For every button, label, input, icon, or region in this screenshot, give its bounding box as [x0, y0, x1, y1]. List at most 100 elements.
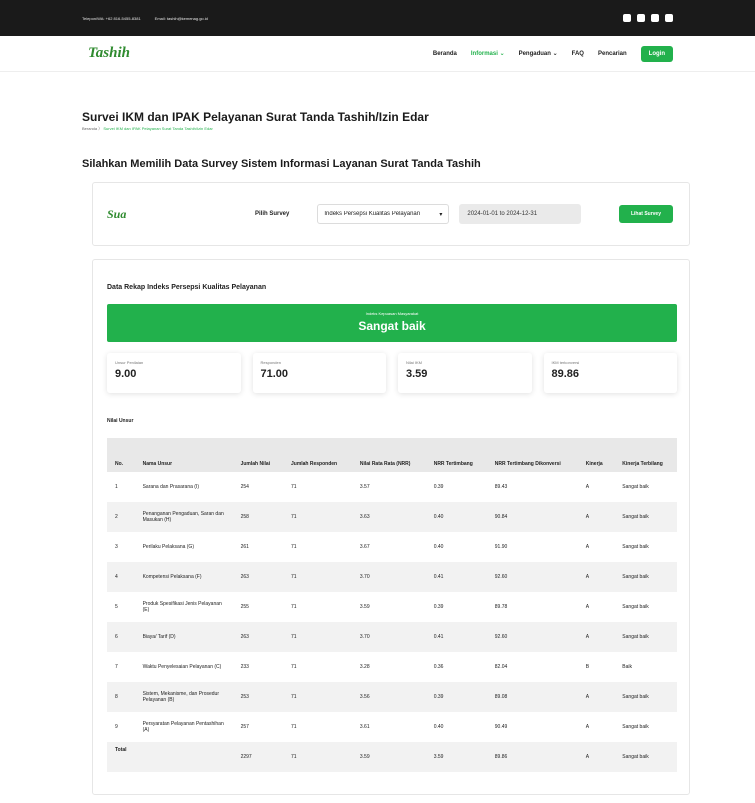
stat-card-unsur: Unsur Penilaian 9.00: [107, 353, 241, 393]
table-cell: 90.49: [494, 724, 508, 730]
youtube-icon[interactable]: [623, 14, 631, 22]
table-cell: A: [585, 694, 590, 700]
table-cell: 89.78: [494, 604, 508, 610]
table-cell: A: [585, 544, 590, 550]
survey-select[interactable]: Indeks Persepsi Kualitas Pelayanan ▾: [317, 204, 450, 224]
stat-card-nilai-ikm: Nilai IKM 3.59: [398, 353, 532, 393]
th-kinerja: Kinerja: [585, 461, 603, 467]
table-cell: Produk Spesifikasi Jenis Pelayanan (E): [142, 601, 222, 613]
table-cell: 0.41: [433, 574, 444, 580]
table-cell: 255: [240, 604, 249, 610]
survey-selector-card: Sua Pilih Survey Indeks Persepsi Kualita…: [92, 182, 690, 246]
contact-info: Telepon/WA: +62 816-5455-8381 Email: tas…: [82, 16, 208, 21]
section-title: Silahkan Memilih Data Survey Sistem Info…: [82, 158, 481, 170]
table-total-row: Total 2297 71 3.59 3.59 89.86 A Sangat baik: [107, 742, 677, 772]
table-cell: Sangat baik: [622, 724, 649, 730]
table-cell: 92.60: [494, 634, 508, 640]
table-cell: 3.70: [359, 634, 370, 640]
table-cell: A: [585, 574, 590, 580]
th-nrr-dikonversi: NRR Tertimbang Dikonversi: [494, 461, 561, 467]
table-cell: A: [585, 724, 590, 730]
site-logo[interactable]: Tashih: [88, 45, 130, 62]
table-cell: 7: [115, 664, 118, 670]
nav-item-pencarian[interactable]: Pencarian: [598, 51, 627, 57]
table-cell: 0.40: [433, 514, 444, 520]
th-nrr-tertimbang: NRR Tertimbang: [433, 461, 473, 467]
lihat-survey-button[interactable]: Lihat Survey: [618, 205, 673, 223]
table-cell: Sangat baik: [622, 634, 649, 640]
page-title: Survei IKM dan IPAK Pelayanan Surat Tand…: [82, 110, 429, 124]
breadcrumb-home[interactable]: Beranda: [82, 126, 97, 131]
nav-item-faq[interactable]: FAQ: [572, 51, 584, 57]
table-cell: Baik: [622, 664, 633, 670]
stat-value: 9.00: [115, 368, 137, 380]
social-links: [623, 14, 673, 22]
table-cell: A: [585, 484, 590, 490]
banner-result: Sangat baik: [358, 319, 426, 333]
table-row: 7 Waktu Penyelesaian Pelayanan (C) 233 71 3.…: [107, 652, 677, 682]
table-row: 2 Penanganan Pengaduan, Saran dan Masukan…: [107, 502, 677, 532]
table-cell: 258: [240, 514, 249, 520]
stat-label: IKM terkonversi: [551, 360, 580, 365]
table-cell: Sarana dan Prasarana (I): [142, 484, 199, 490]
stat-label: Nilai IKM: [406, 360, 423, 365]
table-cell: 2297: [240, 754, 252, 760]
nav-item-pengaduan[interactable]: Pengaduan ⌄: [519, 50, 558, 57]
nav-item-informasi[interactable]: Informasi ⌄: [471, 50, 505, 57]
table-cell: A: [585, 754, 590, 760]
table-body: 1 Sarana dan Prasarana (I) 254 71 3.57 0.39 89…: [107, 472, 677, 772]
table-cell: Kompetensi Pelaksana (F): [142, 574, 202, 580]
table-cell: 82.04: [494, 664, 508, 670]
table-cell: 3.59: [433, 754, 444, 760]
table-cell: 71: [290, 724, 297, 730]
table-cell: 91.90: [494, 544, 508, 550]
stat-value: 89.86: [551, 368, 580, 380]
breadcrumb-current: Survei IKM dan IPAK Pelayanan Surat Tand…: [103, 126, 213, 131]
table-cell: 71: [290, 694, 297, 700]
banner-subtitle: Indeks Kepuasan Masyarakat: [365, 311, 419, 316]
table-cell: 3.59: [359, 604, 370, 610]
nav-item-beranda[interactable]: Beranda: [433, 51, 457, 57]
table-header-row: No. Nama Unsur Jumlah Nilai Jumlah Respo…: [107, 438, 677, 472]
table-row: 5 Produk Spesifikasi Jenis Pelayanan (E) 2…: [107, 592, 677, 622]
instagram-icon[interactable]: [651, 14, 659, 22]
table-cell: Biaya/ Tarif (D): [142, 634, 176, 640]
table-cell: 3.59: [359, 754, 370, 760]
table-row: 3 Perilaku Pelaksana (G) 261 71 3.67 0.40 91.9…: [107, 532, 677, 562]
table-cell: 71: [290, 754, 297, 760]
date-range-input[interactable]: 2024-01-01 to 2024-12-31: [459, 204, 582, 224]
table-cell: 3.63: [359, 514, 370, 520]
rekap-title: Data Rekap Indeks Persepsi Kualitas Pela…: [107, 284, 267, 291]
table-row: 4 Kompetensi Pelaksana (F) 263 71 3.70 0.41 92…: [107, 562, 677, 592]
table-cell: Sangat baik: [622, 574, 649, 580]
table-cell: Sistem, Mekanisme, dan Prosedur Pelayana…: [142, 691, 219, 703]
table-cell: Total: [115, 747, 127, 753]
table-cell: 254: [240, 484, 249, 490]
stat-card-responden: Responden 71.00: [252, 353, 386, 393]
facebook-icon[interactable]: [665, 14, 673, 22]
table-cell: A: [585, 604, 590, 610]
ikm-banner: Indeks Kepuasan Masyarakat Sangat baik: [107, 304, 677, 342]
stat-card-ikm-terkonversi: IKM terkonversi 89.86: [543, 353, 677, 393]
table-cell: Sangat baik: [622, 544, 649, 550]
table-cell: 3.70: [359, 574, 370, 580]
phone-text: Telepon/WA: +62 816-5455-8381: [82, 15, 141, 21]
stat-label: Unsur Penilaian: [115, 360, 144, 365]
table-cell: 9: [115, 724, 118, 730]
nilai-unsur-title: Nilai Unsur: [107, 418, 134, 424]
table-cell: 0.41: [433, 634, 444, 640]
email-text: Email: tashih@kemenag.go.id: [154, 15, 208, 21]
table-cell: Penanganan Pengaduan, Saran dan Masukan …: [142, 511, 224, 523]
sua-logo: Sua: [107, 206, 127, 221]
table-cell: 0.39: [433, 604, 444, 610]
table-cell: 1: [115, 484, 118, 490]
table-cell: B: [585, 664, 590, 670]
breadcrumb: Beranda 〉 Survei IKM dan IPAK Pelayanan …: [82, 126, 213, 132]
table-cell: Sangat baik: [622, 484, 649, 490]
nav-menu: Beranda Informasi ⌄ Pengaduan ⌄ FAQ Penc…: [433, 45, 673, 62]
table-cell: 2: [115, 514, 118, 520]
twitter-icon[interactable]: [637, 14, 645, 22]
table-row: 8 Sistem, Mekanisme, dan Prosedur Pelayan…: [107, 682, 677, 712]
table-cell: 3: [115, 544, 118, 550]
login-button[interactable]: Login: [640, 45, 673, 62]
